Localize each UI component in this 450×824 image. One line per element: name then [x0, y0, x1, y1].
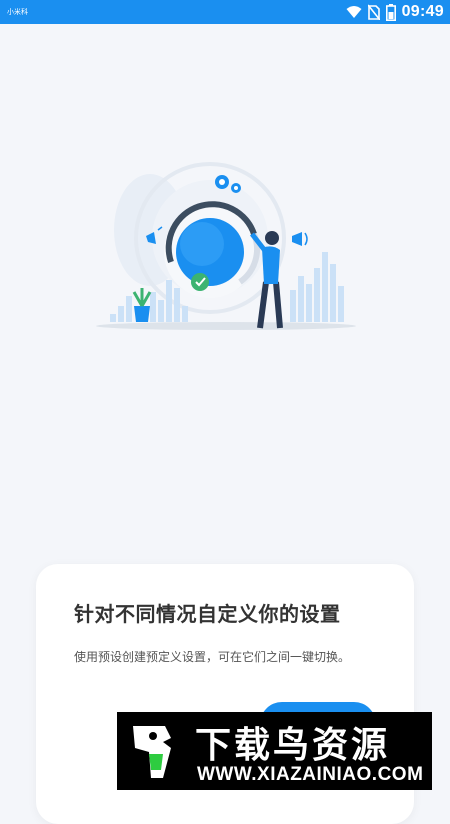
equalizer-bars-right: [290, 252, 344, 322]
preset-settings-illustration: [96, 162, 356, 330]
carrier-label: 小米科: [7, 8, 28, 16]
status-time: 09:49: [401, 3, 444, 20]
watermark-title: 下载鸟资源: [195, 725, 391, 766]
plant-pot: [132, 288, 152, 322]
check-badge-icon: [191, 273, 209, 291]
watermark-url: WWW.XIAZAINIAO.COM: [197, 764, 424, 785]
wifi-icon: [346, 6, 362, 18]
watermark-banner: 下载鸟资源 WWW.XIAZAINIAO.COM: [117, 712, 432, 790]
status-icons: 09:49: [346, 0, 444, 24]
speaker-right-icon: [292, 232, 308, 246]
card-description: 使用预设创建预定义设置，可在它们之间一键切换。: [74, 650, 351, 664]
no-sim-icon: [367, 4, 380, 20]
status-bar: 小米科 09:49: [0, 0, 450, 24]
equalizer-bars-left: [110, 280, 188, 322]
card-title: 针对不同情况自定义你的设置: [74, 602, 341, 626]
volume-dial: [164, 201, 261, 298]
bird-logo-icon: [133, 726, 171, 778]
battery-icon: [385, 3, 396, 21]
